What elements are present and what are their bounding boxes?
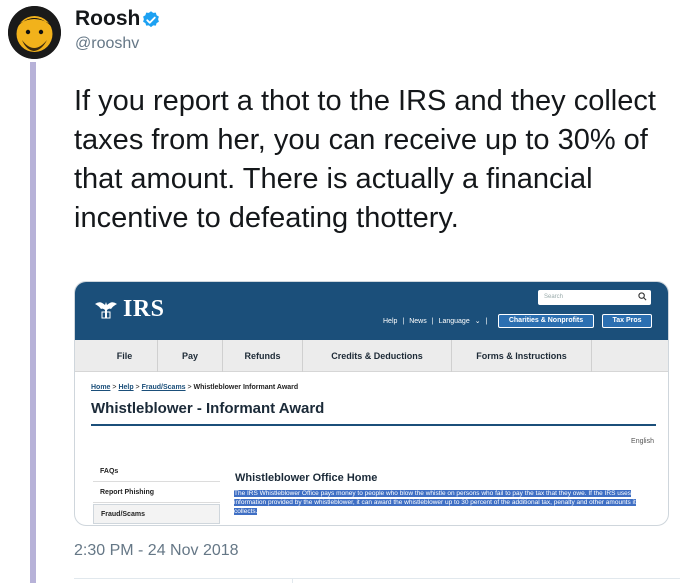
divider xyxy=(74,578,680,579)
help-link[interactable]: Help xyxy=(383,318,397,325)
breadcrumb-home[interactable]: Home xyxy=(91,384,110,391)
sidebar-item-report-phishing[interactable]: Report Phishing xyxy=(93,483,220,503)
author-name[interactable]: Roosh xyxy=(75,7,140,31)
irs-logo: IRS xyxy=(93,296,165,323)
tweet-text: If you report a thot to the IRS and they… xyxy=(74,85,656,234)
tax-pros-button[interactable]: Tax Pros xyxy=(602,314,652,328)
highlighted-paragraph: The IRS Whistleblower Office pays money … xyxy=(234,489,648,517)
irs-main-nav: File Pay Refunds Credits & Deductions Fo… xyxy=(75,340,668,372)
breadcrumb: Home > Help > Fraud/Scams > Whistleblowe… xyxy=(91,384,299,391)
news-link[interactable]: News xyxy=(409,318,427,325)
charities-nonprofits-button[interactable]: Charities & Nonprofits xyxy=(498,314,594,328)
tweet-timestamp[interactable]: 2:30 PM - 24 Nov 2018 xyxy=(74,542,239,560)
thread-line xyxy=(30,62,36,583)
avatar[interactable] xyxy=(8,6,61,59)
utility-links: Help | News | Language ⌄ | xyxy=(383,317,488,326)
sidebar-item-faqs[interactable]: FAQs xyxy=(93,462,220,482)
chevron-down-icon: ⌄ xyxy=(474,318,481,325)
verified-badge-icon xyxy=(143,11,159,28)
eagle-icon xyxy=(95,301,117,318)
nav-item-refunds[interactable]: Refunds xyxy=(223,340,303,372)
breadcrumb-help[interactable]: Help xyxy=(118,384,133,391)
author-handle[interactable]: @rooshv xyxy=(75,35,139,53)
language-link[interactable]: Language xyxy=(439,318,470,325)
irs-header: IRS Search Help | News | Language ⌄ | Ch… xyxy=(75,282,668,340)
breadcrumb-fraud-scams[interactable]: Fraud/Scams xyxy=(142,384,186,391)
nav-item-credits-deductions[interactable]: Credits & Deductions xyxy=(303,340,452,372)
search-icon[interactable] xyxy=(638,292,647,301)
embedded-screenshot[interactable]: IRS Search Help | News | Language ⌄ | Ch… xyxy=(74,281,669,526)
sidebar-item-fraud-scams[interactable]: Fraud/Scams xyxy=(93,504,220,524)
page-title: Whistleblower - Informant Award xyxy=(91,400,325,417)
breadcrumb-current: Whistleblower Informant Award xyxy=(193,384,299,391)
divider-tick xyxy=(292,578,293,583)
heading-divider xyxy=(91,424,656,426)
language-selector[interactable]: English xyxy=(631,438,654,445)
highlighted-text: The IRS Whistleblower Office pays money … xyxy=(234,490,636,516)
search-placeholder: Search xyxy=(544,294,564,300)
search-input[interactable]: Search xyxy=(538,290,651,305)
nav-item-file[interactable]: File xyxy=(92,340,158,372)
nav-item-pay[interactable]: Pay xyxy=(158,340,223,372)
nav-item-forms-instructions[interactable]: Forms & Instructions xyxy=(452,340,592,372)
section-title: Whistleblower Office Home xyxy=(235,472,378,484)
irs-logo-text: IRS xyxy=(123,296,165,322)
